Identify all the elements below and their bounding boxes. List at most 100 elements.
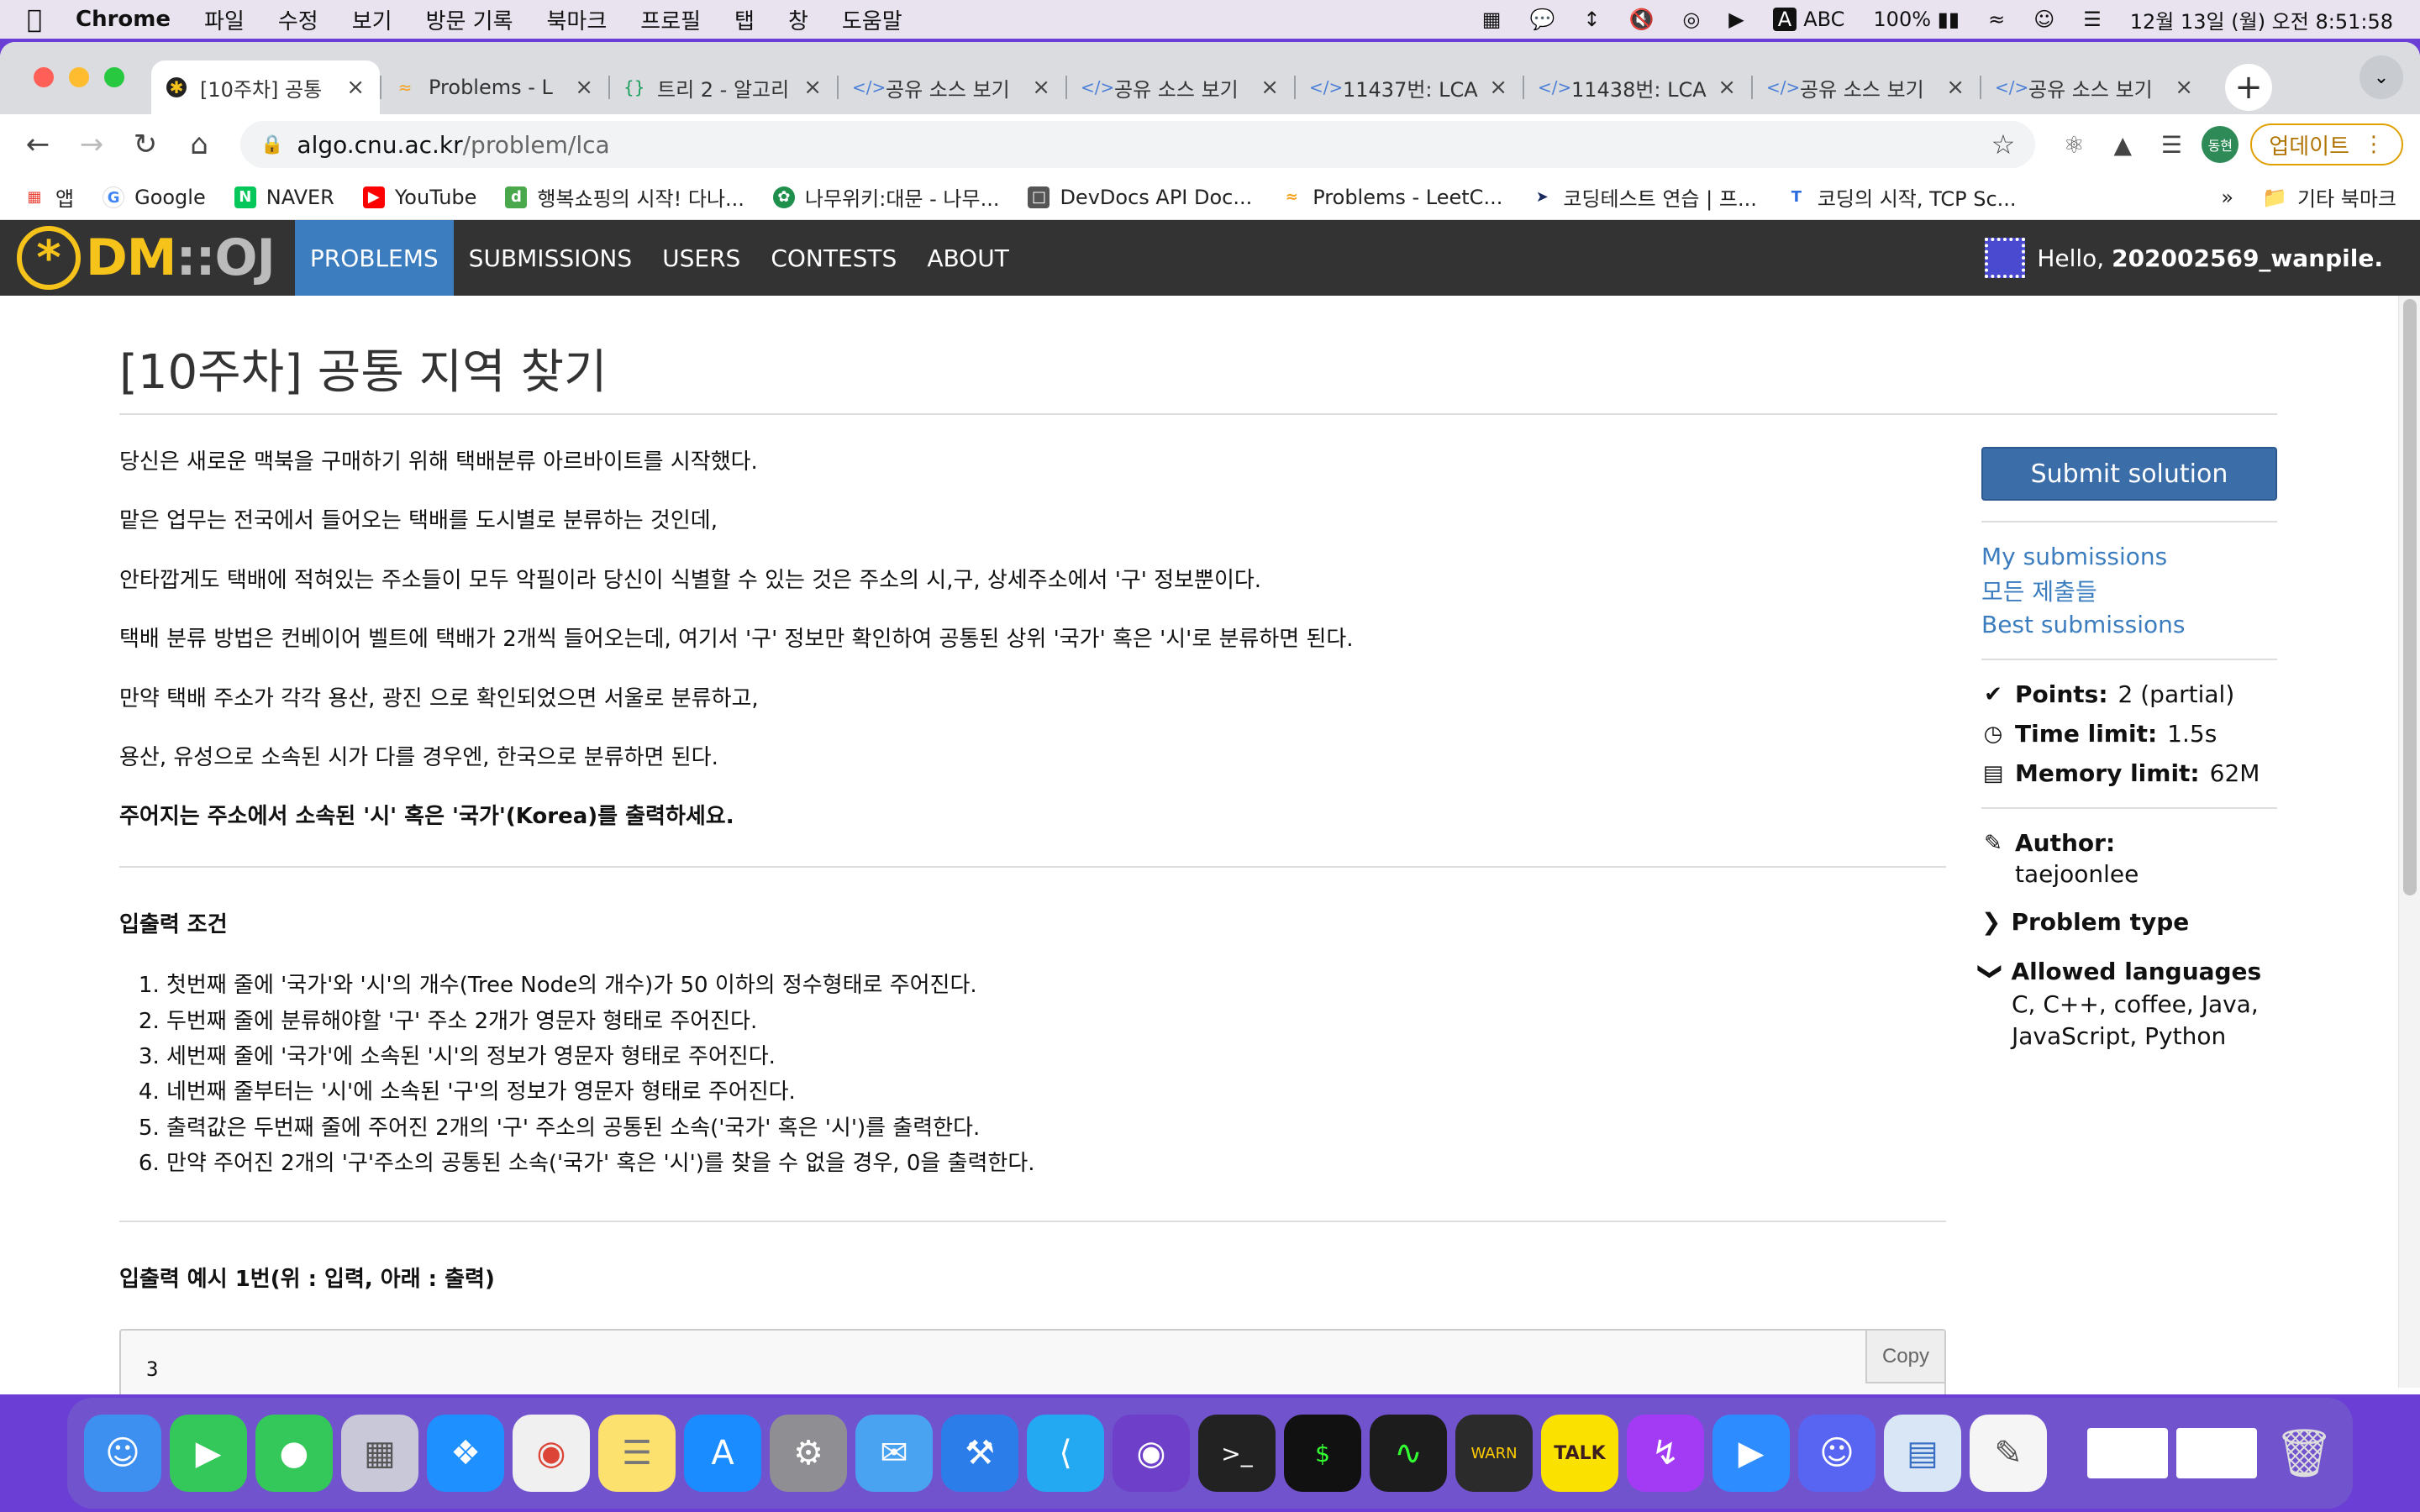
- launchpad-icon[interactable]: ▦: [341, 1415, 418, 1492]
- menu-profile[interactable]: 프로필: [640, 4, 701, 35]
- bookmarks-overflow-button[interactable]: »: [2221, 186, 2233, 209]
- kakaotalk-icon[interactable]: TALK: [1541, 1415, 1618, 1492]
- tab-boj-11438[interactable]: </> 11438번: LCA ×: [1523, 60, 1751, 114]
- battery-indicator[interactable]: 100% ▮▮: [1873, 8, 1960, 31]
- other-bookmarks-folder[interactable]: 📁 기타 북마크: [2262, 182, 2396, 212]
- control-center-icon[interactable]: ☰: [2083, 8, 2102, 31]
- facetime-icon[interactable]: ▶: [170, 1415, 247, 1492]
- messages-icon[interactable]: ●: [255, 1415, 333, 1492]
- copy-button[interactable]: Copy: [1865, 1330, 1944, 1384]
- new-tab-button[interactable]: +: [2225, 64, 2272, 111]
- all-submissions-link[interactable]: 모든 제출들: [1981, 574, 2277, 607]
- menu-bookmarks[interactable]: 북마크: [547, 4, 608, 35]
- trash-icon[interactable]: 🗑: [2265, 1415, 2343, 1492]
- tab-boj-11437[interactable]: </> 11437번: LCA ×: [1294, 60, 1523, 114]
- zoom-window-button[interactable]: [104, 67, 124, 87]
- nav-about[interactable]: ABOUT: [912, 220, 1024, 296]
- close-tab-icon[interactable]: ×: [1489, 75, 1507, 100]
- menubar-clock[interactable]: 12월 13일 (월) 오전 8:51:58: [2130, 5, 2393, 34]
- close-window-button[interactable]: [34, 67, 54, 87]
- bookmark-devdocs[interactable]: □ DevDocs API Doc...: [1028, 186, 1252, 209]
- close-tab-icon[interactable]: ×: [2175, 75, 2193, 100]
- app-menu[interactable]: Chrome: [76, 7, 171, 32]
- bookmark-apps[interactable]: ▦ 앱: [24, 182, 74, 212]
- bookmark-namuwiki[interactable]: ✿ 나무위키:대문 - 나무...: [772, 182, 999, 212]
- author-link[interactable]: taejoonlee: [1981, 860, 2277, 888]
- menu-history[interactable]: 방문 기록: [426, 4, 513, 35]
- dmoj-logo[interactable]: * DM::OJ: [17, 226, 276, 290]
- finder-icon[interactable]: ☺: [84, 1415, 161, 1492]
- tab-shared-source-4[interactable]: </> 공유 소스 보기 ×: [1980, 60, 2208, 114]
- safari-icon[interactable]: ❖: [427, 1415, 504, 1492]
- tab-shared-source-2[interactable]: </> 공유 소스 보기 ×: [1065, 60, 1294, 114]
- menu-help[interactable]: 도움말: [842, 4, 902, 35]
- tab-shared-source-1[interactable]: </> 공유 소스 보기 ×: [837, 60, 1065, 114]
- window-thumbnail-icon[interactable]: [2087, 1428, 2168, 1478]
- menu-tab[interactable]: 탭: [734, 4, 755, 35]
- close-tab-icon[interactable]: ×: [346, 75, 365, 100]
- xcode-icon[interactable]: ⚒: [941, 1415, 1018, 1492]
- close-tab-icon[interactable]: ×: [575, 75, 593, 100]
- update-button[interactable]: 업데이트 ⋮: [2250, 123, 2403, 165]
- menu-edit[interactable]: 수정: [278, 4, 318, 35]
- textedit-icon[interactable]: ✎: [1970, 1415, 2047, 1492]
- tab-lca-problem[interactable]: ✱ [10주차] 공통 ×: [151, 60, 380, 114]
- github-desktop-icon[interactable]: ◉: [1113, 1415, 1190, 1492]
- problem-type-toggle[interactable]: ❯ Problem type: [1981, 908, 2277, 936]
- tab-tree2-algorithm[interactable]: {} 트리 2 - 알고리 ×: [608, 60, 837, 114]
- chat-bubble-icon[interactable]: 💬: [1529, 8, 1555, 31]
- mute-icon[interactable]: 🔇: [1628, 8, 1654, 31]
- mail-icon[interactable]: ✉: [855, 1415, 933, 1492]
- close-tab-icon[interactable]: ×: [803, 75, 822, 100]
- close-tab-icon[interactable]: ×: [1946, 75, 1965, 100]
- forward-button[interactable]: →: [71, 123, 113, 165]
- menu-window[interactable]: 창: [788, 4, 808, 35]
- reload-button[interactable]: ↻: [124, 123, 166, 165]
- activity-monitor-icon[interactable]: ∿: [1370, 1415, 1447, 1492]
- apple-menu-icon[interactable]: : [27, 5, 42, 34]
- preview-icon[interactable]: ▤: [1884, 1415, 1961, 1492]
- app-store-icon[interactable]: A: [684, 1415, 761, 1492]
- bookmark-programmers[interactable]: ➤ 코딩테스트 연습 | 프...: [1531, 182, 1757, 212]
- bookmark-google[interactable]: G Google: [103, 186, 206, 209]
- tab-shared-source-3[interactable]: </> 공유 소스 보기 ×: [1751, 60, 1980, 114]
- minimize-window-button[interactable]: [69, 67, 89, 87]
- close-tab-icon[interactable]: ×: [1032, 75, 1050, 100]
- vertical-arrows-icon[interactable]: ↕: [1583, 8, 1600, 31]
- chrome-icon[interactable]: ◉: [513, 1415, 590, 1492]
- my-submissions-link[interactable]: My submissions: [1981, 543, 2277, 570]
- notes-icon[interactable]: ☰: [598, 1415, 676, 1492]
- nav-users[interactable]: USERS: [647, 220, 755, 296]
- discord-icon[interactable]: ☺: [1798, 1415, 1876, 1492]
- submit-solution-button[interactable]: Submit solution: [1981, 447, 2277, 501]
- wifi-icon[interactable]: ≈: [1988, 8, 2005, 31]
- play-icon[interactable]: ▶: [1728, 8, 1744, 31]
- tab-leetcode-problems[interactable]: ≈ Problems - L ×: [380, 60, 608, 114]
- iterm-icon[interactable]: $: [1284, 1415, 1361, 1492]
- profile-avatar[interactable]: 동현: [2202, 126, 2239, 163]
- example-code-block[interactable]: 3 Copy: [119, 1328, 1946, 1394]
- bookmark-tcpschool[interactable]: T 코딩의 시작, TCP Sc...: [1786, 182, 2017, 212]
- home-button[interactable]: ⌂: [178, 123, 220, 165]
- extensions-puzzle-icon[interactable]: ▲: [2104, 126, 2141, 163]
- bookmark-star-icon[interactable]: ☆: [1991, 129, 2016, 160]
- page-scrollbar[interactable]: [2398, 296, 2420, 1388]
- system-preferences-icon[interactable]: ⚙: [770, 1415, 847, 1492]
- layout-icon[interactable]: ▦: [1482, 8, 1502, 31]
- bookmark-youtube[interactable]: ▶ YouTube: [362, 186, 476, 209]
- best-submissions-link[interactable]: Best submissions: [1981, 611, 2277, 638]
- bookmark-leetcode[interactable]: ≈ Problems - LeetC...: [1281, 186, 1503, 209]
- bookmark-danawa[interactable]: d 행복쇼핑의 시작! 다나...: [505, 182, 744, 212]
- nav-submissions[interactable]: SUBMISSIONS: [454, 220, 647, 296]
- close-tab-icon[interactable]: ×: [1718, 75, 1736, 100]
- window-thumbnail-icon[interactable]: [2176, 1428, 2257, 1478]
- menu-file[interactable]: 파일: [204, 4, 245, 35]
- back-button[interactable]: ←: [17, 123, 59, 165]
- nav-contests[interactable]: CONTESTS: [755, 220, 912, 296]
- menu-view[interactable]: 보기: [352, 4, 392, 35]
- allowed-languages-toggle[interactable]: ❯ Allowed languages: [1977, 958, 2277, 985]
- reading-list-icon[interactable]: ☰: [2153, 126, 2190, 163]
- nav-problems[interactable]: PROBLEMS: [294, 220, 454, 296]
- scrollbar-thumb[interactable]: [2403, 299, 2417, 895]
- react-devtools-icon[interactable]: ⚛: [2055, 126, 2092, 163]
